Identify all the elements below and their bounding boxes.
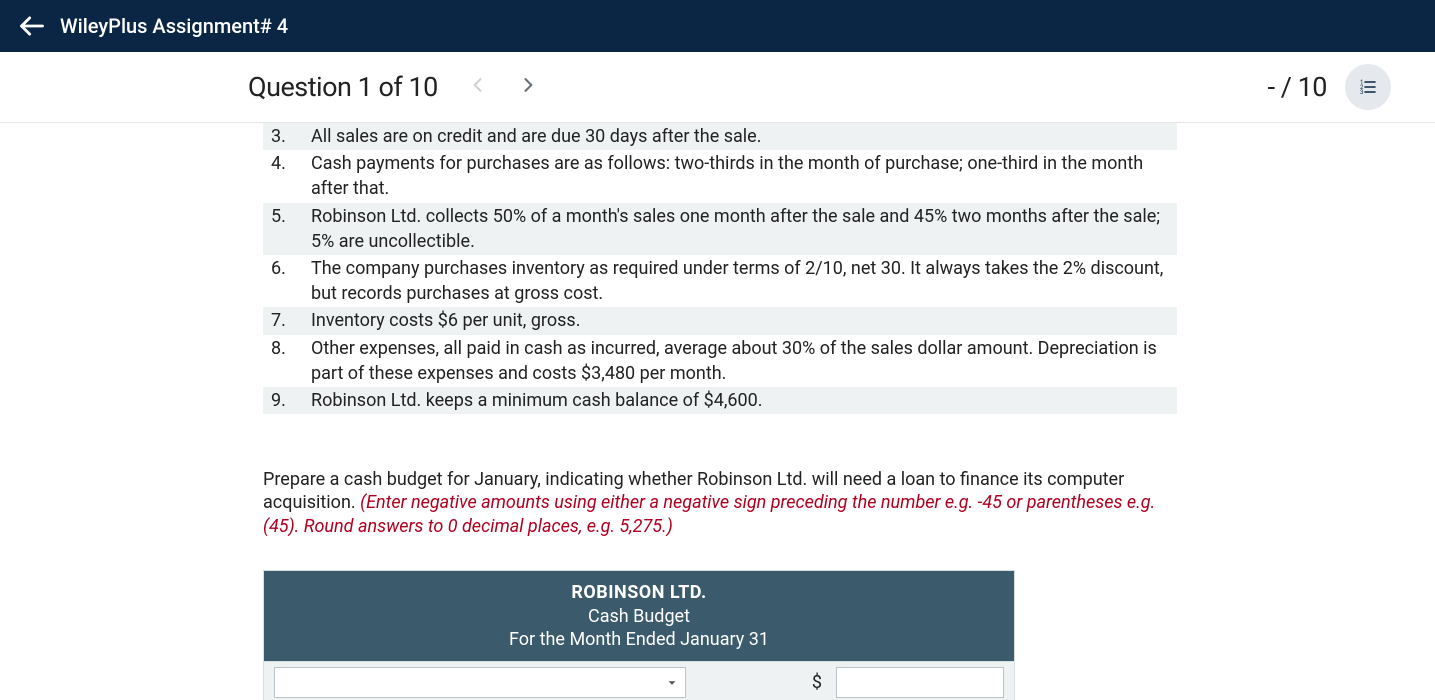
question-prompt: Prepare a cash budget for January, indic…	[263, 468, 1177, 538]
question-nav-right: - / 10 1 2 3	[1268, 64, 1391, 110]
page-title: WileyPlus Assignment# 4	[60, 14, 288, 38]
prev-question-icon[interactable]	[468, 75, 492, 99]
budget-line1-select[interactable]	[274, 667, 686, 698]
item-text: The company purchases inventory as requi…	[307, 255, 1177, 307]
item-number: 3.	[263, 123, 307, 150]
back-arrow-icon[interactable]	[18, 12, 46, 40]
item-number: 7.	[263, 307, 307, 334]
table-row: 5.Robinson Ltd. collects 50% of a month'…	[263, 203, 1177, 255]
item-text: Other expenses, all paid in cash as incu…	[307, 335, 1177, 387]
item-text: Robinson Ltd. keeps a minimum cash balan…	[307, 387, 1177, 414]
question-content: 3.All sales are on credit and are due 30…	[263, 123, 1177, 700]
table-row: 8.Other expenses, all paid in cash as in…	[263, 335, 1177, 387]
budget-line1-amount[interactable]	[836, 667, 1004, 698]
item-number: 6.	[263, 255, 307, 307]
item-number: 9.	[263, 387, 307, 414]
dollar-sign: $	[812, 670, 828, 695]
question-nav-arrows	[468, 75, 542, 99]
table-row: 9.Robinson Ltd. keeps a minimum cash bal…	[263, 387, 1177, 414]
table-row: 4.Cash payments for purchases are as fol…	[263, 150, 1177, 202]
item-text: Cash payments for purchases are as follo…	[307, 150, 1177, 202]
app-header: WileyPlus Assignment# 4	[0, 0, 1435, 52]
item-text: Inventory costs $6 per unit, gross.	[307, 307, 1177, 334]
prompt-instructions: (Enter negative amounts using either a n…	[263, 492, 1155, 536]
cash-budget-table: ROBINSON LTD. Cash Budget For the Month …	[263, 570, 1015, 700]
budget-title: Cash Budget	[268, 605, 1010, 628]
assumptions-table: 3.All sales are on credit and are due 30…	[263, 123, 1177, 414]
question-label: Question 1 of 10	[248, 71, 438, 103]
question-list-button[interactable]: 1 2 3	[1345, 64, 1391, 110]
table-row: 6.The company purchases inventory as req…	[263, 255, 1177, 307]
item-text: All sales are on credit and are due 30 d…	[307, 123, 1177, 150]
table-row: 3.All sales are on credit and are due 30…	[263, 123, 1177, 150]
question-nav-left: Question 1 of 10	[248, 71, 542, 103]
item-number: 8.	[263, 335, 307, 387]
budget-company: ROBINSON LTD.	[268, 581, 1010, 604]
item-number: 4.	[263, 150, 307, 202]
budget-period: For the Month Ended January 31	[268, 628, 1010, 651]
content-scroll[interactable]: 3.All sales are on credit and are due 30…	[0, 123, 1435, 700]
budget-row-1: $	[264, 661, 1014, 700]
svg-text:3: 3	[1360, 89, 1363, 96]
next-question-icon[interactable]	[518, 75, 542, 99]
budget-header: ROBINSON LTD. Cash Budget For the Month …	[264, 571, 1014, 661]
question-nav-bar: Question 1 of 10 - / 10 1 2 3	[0, 52, 1435, 123]
item-text: Robinson Ltd. collects 50% of a month's …	[307, 203, 1177, 255]
table-row: 7.Inventory costs $6 per unit, gross.	[263, 307, 1177, 334]
score-label: - / 10	[1268, 71, 1327, 103]
item-number: 5.	[263, 203, 307, 255]
